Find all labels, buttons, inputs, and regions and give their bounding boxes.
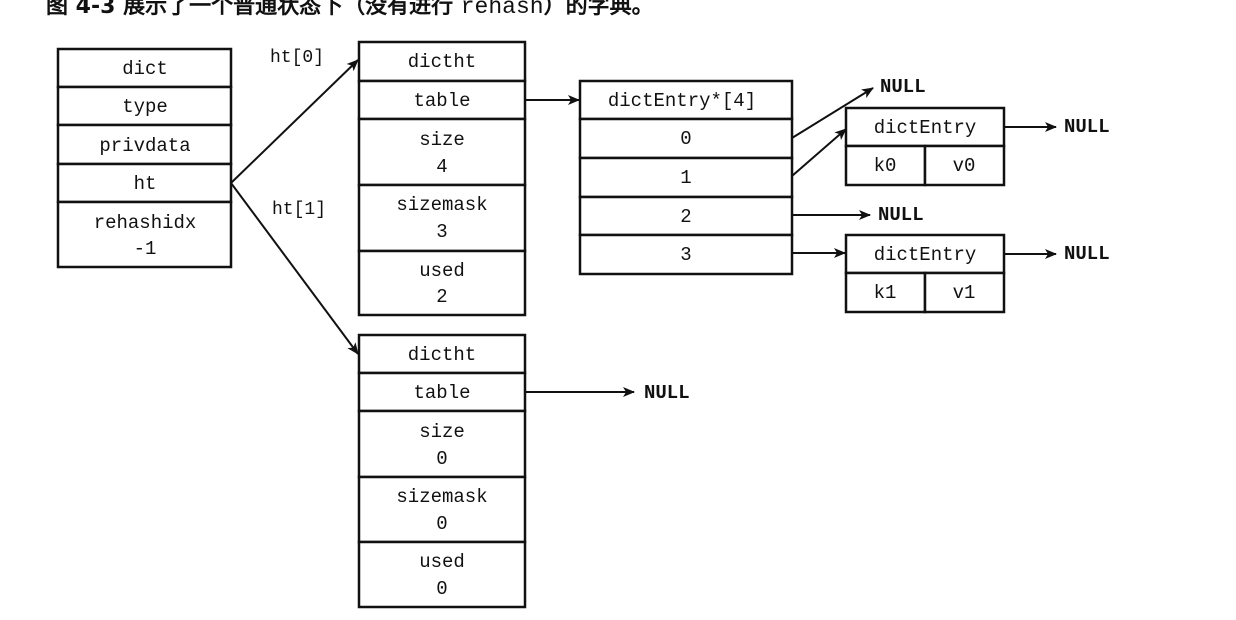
entry0-header: dictEntry bbox=[874, 117, 977, 139]
bucket-2: 2 bbox=[680, 206, 691, 228]
ht1-field-table: table bbox=[413, 382, 470, 404]
bucket0-null: NULL bbox=[880, 76, 926, 98]
ht1-size-value: 0 bbox=[436, 448, 447, 470]
ht0-used-value: 2 bbox=[436, 286, 447, 308]
ht0-field-size: size bbox=[419, 129, 465, 151]
ht1-header: dictht bbox=[408, 344, 476, 366]
entry1-next-null: NULL bbox=[1064, 243, 1110, 265]
ht1-field-size: size bbox=[419, 421, 465, 443]
ht0-field-table: table bbox=[413, 90, 470, 112]
bucket-array-header: dictEntry*[4] bbox=[608, 90, 756, 112]
bucket-3: 3 bbox=[680, 244, 691, 266]
ht0-label: ht[0] bbox=[270, 48, 324, 68]
ht1-sizemask-value: 0 bbox=[436, 513, 447, 535]
ht0-sizemask-value: 3 bbox=[436, 221, 447, 243]
entry1-header: dictEntry bbox=[874, 244, 977, 266]
ht0-field-sizemask: sizemask bbox=[396, 194, 487, 216]
ht0-size-value: 4 bbox=[436, 156, 447, 178]
dict-field-privdata: privdata bbox=[99, 135, 190, 157]
dict-field-rehashidx: rehashidx bbox=[94, 212, 197, 234]
ht0-header: dictht bbox=[408, 51, 476, 73]
entry0-next-null: NULL bbox=[1064, 116, 1110, 138]
entry1-key: k1 bbox=[874, 282, 897, 304]
bucket-1: 1 bbox=[680, 167, 691, 189]
arrow-bucket1-entry bbox=[791, 128, 847, 177]
entry1-value: v1 bbox=[953, 282, 976, 304]
dict-entry-0: dictEntry k0 v0 bbox=[844, 106, 1006, 187]
ht1-dictht: dictht table size 0 sizemask 0 used 0 bbox=[357, 333, 527, 609]
ht0-field-used: used bbox=[419, 260, 465, 282]
dict-field-type: type bbox=[122, 96, 168, 118]
bucket-0: 0 bbox=[680, 128, 691, 150]
ht0-dictht: dictht table size 4 sizemask 3 used 2 bbox=[357, 40, 527, 317]
dict-diagram: dict type privdata ht rehashidx -1 ht[0]… bbox=[56, 40, 1110, 609]
ht1-used-value: 0 bbox=[436, 578, 447, 600]
entry0-key: k0 bbox=[874, 155, 897, 177]
ht1-label: ht[1] bbox=[272, 200, 326, 220]
ht1-field-used: used bbox=[419, 551, 465, 573]
arrow-ht0 bbox=[230, 59, 359, 184]
ht1-table-null: NULL bbox=[644, 382, 690, 404]
dict-entry-1: dictEntry k1 v1 bbox=[844, 233, 1006, 314]
dict-struct: dict type privdata ht rehashidx -1 bbox=[56, 47, 233, 269]
dict-header: dict bbox=[122, 58, 168, 80]
bucket2-null: NULL bbox=[878, 204, 924, 226]
bucket-array: dictEntry*[4] 0 1 2 3 bbox=[578, 79, 794, 276]
entry0-value: v0 bbox=[953, 155, 976, 177]
ht1-field-sizemask: sizemask bbox=[396, 486, 487, 508]
dict-field-ht: ht bbox=[134, 173, 157, 195]
dict-rehashidx-value: -1 bbox=[134, 238, 157, 260]
